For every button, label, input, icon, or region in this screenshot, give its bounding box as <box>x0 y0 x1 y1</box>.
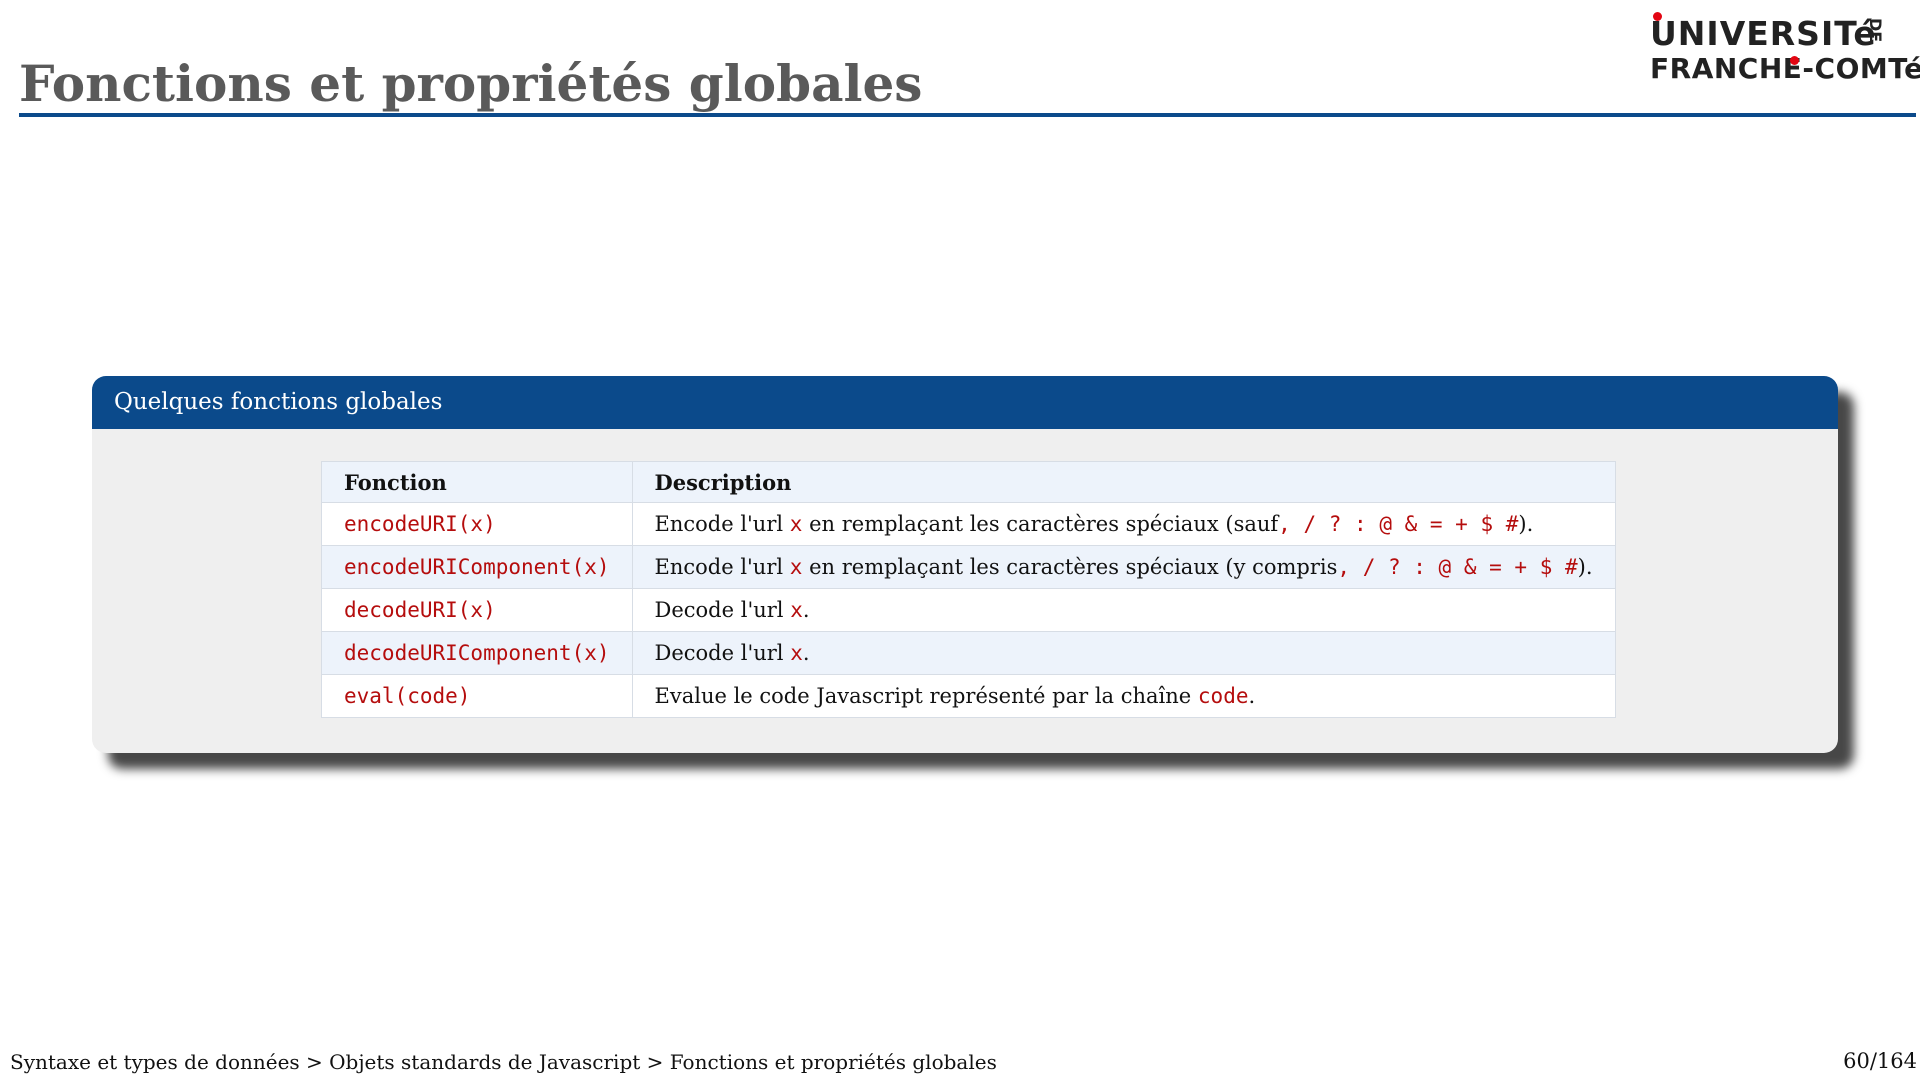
description-text: . <box>802 641 810 665</box>
logo-de: DE <box>1866 18 1885 43</box>
description-code: , / ? : @ & = + $ # <box>1278 512 1519 536</box>
title-underline <box>19 113 1916 117</box>
description-code: code <box>1197 684 1249 708</box>
description-code: , / ? : @ & = + $ # <box>1337 555 1578 579</box>
footer-breadcrumb[interactable]: Syntaxe et types de données > Objets sta… <box>10 1050 997 1074</box>
function-cell: decodeURI(x) <box>321 588 633 632</box>
description-text: . <box>1248 684 1256 708</box>
block-title: Quelques fonctions globales <box>92 376 1838 429</box>
description-text: ). <box>1577 555 1593 579</box>
logo-line-1: UNIVERSITé <box>1650 14 1877 53</box>
table-row: eval(code) Evalue le code Javascript rep… <box>321 674 1616 718</box>
description-text: Decode l'url <box>654 641 791 665</box>
header-fonction: Fonction <box>321 461 633 503</box>
function-name: eval(code) <box>344 684 471 708</box>
description-code: x <box>789 512 803 536</box>
logo-accent-dot-2 <box>1790 56 1799 65</box>
function-cell: decodeURIComponent(x) <box>321 631 633 675</box>
table-row: decodeURI(x) Decode l'url x. <box>321 588 1616 632</box>
description-text: Encode l'url <box>654 555 790 579</box>
university-logo: UNIVERSITé FRANCHE-COMTé DE <box>1650 12 1920 86</box>
description-text: en remplaçant les caractères spéciaux (y… <box>802 555 1338 579</box>
logo-accent-dot-1 <box>1653 12 1662 21</box>
table-header-row: Fonction Description <box>321 461 1616 503</box>
description-cell: Evalue le code Javascript représenté par… <box>631 674 1616 718</box>
page-number: 60/164 <box>1843 1049 1917 1073</box>
function-cell: encodeURI(x) <box>321 502 633 546</box>
functions-block: Quelques fonctions globales Fonction Des… <box>92 376 1838 753</box>
description-text: Evalue le code Javascript représenté par… <box>654 684 1198 708</box>
description-code: x <box>790 641 803 665</box>
table-row: decodeURIComponent(x) Decode l'url x. <box>321 631 1616 675</box>
functions-table: Fonction Description encodeURI(x) Encode… <box>321 461 1616 718</box>
function-cell: encodeURIComponent(x) <box>321 545 633 589</box>
description-text: . <box>802 598 810 622</box>
function-name: encodeURI(x) <box>344 512 496 536</box>
description-code: x <box>789 555 803 579</box>
description-cell: Encode l'url x en remplaçant les caractè… <box>631 545 1616 589</box>
table-row: encodeURIComponent(x) Encode l'url x en … <box>321 545 1616 589</box>
description-text: Encode l'url <box>654 512 790 536</box>
description-cell: Encode l'url x en remplaçant les caractè… <box>631 502 1616 546</box>
description-cell: Decode l'url x. <box>631 588 1616 632</box>
description-cell: Decode l'url x. <box>631 631 1616 675</box>
description-code: x <box>790 598 803 622</box>
function-name: encodeURIComponent(x) <box>344 555 610 579</box>
header-description: Description <box>631 461 1616 503</box>
description-text: en remplaçant les caractères spéciaux (s… <box>802 512 1279 536</box>
logo-line-2: FRANCHE-COMTé <box>1650 52 1920 85</box>
description-text: ). <box>1518 512 1534 536</box>
page-title: Fonctions et propriétés globales <box>19 54 923 113</box>
table-row: encodeURI(x) Encode l'url x en remplaçan… <box>321 502 1616 546</box>
function-name: decodeURI(x) <box>344 598 496 622</box>
function-cell: eval(code) <box>321 674 633 718</box>
function-name: decodeURIComponent(x) <box>344 641 610 665</box>
description-text: Decode l'url <box>654 598 791 622</box>
